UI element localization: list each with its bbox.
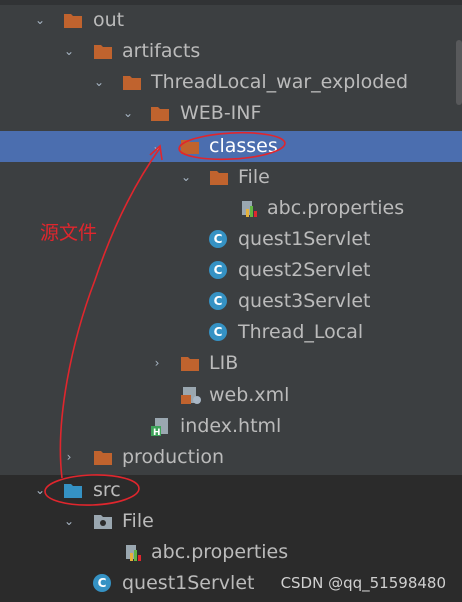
folder-icon [93,42,113,60]
tree-item-label: WEB-INF [180,102,262,124]
folder-icon [63,11,83,29]
tree-item-label: quest3Servlet [238,290,371,312]
tree-item-label: Thread_Local [238,321,364,343]
tree-row-web-inf[interactable]: ⌄ WEB-INF [0,98,462,129]
chevron-down-icon[interactable]: ⌄ [179,170,193,184]
properties-file-icon [239,199,259,217]
tree-row-quest3servlet[interactable]: C quest3Servlet [0,286,462,317]
tree-item-label: File [238,166,270,188]
annotation-label: 源文件 [40,222,98,244]
folder-icon [150,104,170,122]
chevron-down-icon[interactable]: ⌄ [62,44,76,58]
tree-item-label: index.html [180,415,282,437]
watermark: CSDN @qq_51598480 [280,574,446,592]
tree-row-index-html[interactable]: H index.html [0,411,462,442]
tree-row-threadlocal-war-exploded[interactable]: ⌄ ThreadLocal_war_exploded [0,67,462,98]
folder-icon [93,448,113,466]
chevron-down-icon[interactable]: ⌄ [92,75,106,89]
tree-row-web-xml[interactable]: web.xml [0,380,462,411]
properties-file-icon [123,543,143,561]
java-class-icon: C [93,574,113,592]
chevron-down-icon[interactable]: ⌄ [150,139,164,153]
source-folder-icon [63,481,83,499]
tree-item-label: abc.properties [151,541,289,563]
chevron-right-icon[interactable]: › [62,450,76,464]
tree-item-label: production [122,446,225,468]
svg-text:H: H [153,428,161,437]
tree-row-quest2servlet[interactable]: C quest2Servlet [0,255,462,286]
folder-icon [180,354,200,372]
tree-item-label: classes [209,135,278,157]
tree-row-file-package[interactable]: ⌄ File [0,506,462,537]
tree-item-label: web.xml [209,384,290,406]
tree-row-abc-properties-src[interactable]: abc.properties [0,537,462,568]
chevron-down-icon[interactable]: ⌄ [121,106,135,120]
chevron-right-icon[interactable]: › [150,356,164,370]
tree-item-label: abc.properties [267,197,405,219]
chevron-down-icon[interactable]: ⌄ [33,13,47,27]
folder-icon [122,73,142,91]
tree-item-label: File [122,510,154,532]
java-class-icon: C [209,292,229,310]
tree-row-production[interactable]: › production [0,442,462,473]
chevron-down-icon[interactable]: ⌄ [62,514,76,528]
tree-item-label: src [93,479,121,501]
java-class-icon: C [209,323,229,341]
html-file-icon: H [150,417,170,438]
tree-item-label: artifacts [122,40,201,62]
tree-row-classes[interactable]: ⌄ classes [0,131,462,162]
tree-item-label: quest1Servlet [238,228,371,250]
tree-item-label: ThreadLocal_war_exploded [151,71,409,93]
tree-row-lib[interactable]: › LIB [0,348,462,379]
tree-row-thread-local[interactable]: C Thread_Local [0,317,462,348]
chevron-down-icon[interactable]: ⌄ [33,483,47,497]
package-folder-icon [93,512,113,530]
xml-file-icon [180,386,201,404]
tree-row-artifacts[interactable]: ⌄ artifacts [0,36,462,67]
tree-item-label: quest1Servlet [122,572,255,594]
java-class-icon: C [209,261,229,279]
tree-item-label: LIB [209,352,239,374]
folder-icon [180,137,200,155]
tree-item-label: quest2Servlet [238,259,371,281]
folder-icon [209,168,229,186]
tree-row-file[interactable]: ⌄ File [0,162,462,193]
tree-item-label: out [93,9,125,31]
java-class-icon: C [209,230,229,248]
tree-row-src[interactable]: ⌄ src [0,475,462,506]
tree-row-out[interactable]: ⌄ out [0,5,462,36]
